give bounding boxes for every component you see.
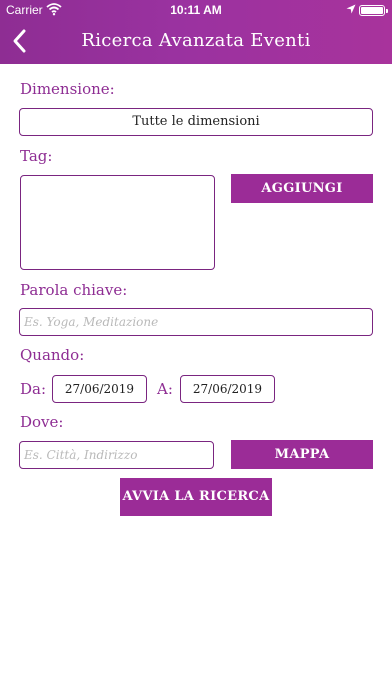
to-label: A: [157, 380, 173, 398]
page-title: Ricerca Avanzata Eventi [81, 30, 311, 51]
add-tag-button[interactable]: AGGIUNGI [231, 174, 373, 203]
status-bar: Carrier 10:11 AM [0, 0, 392, 20]
nav-header: Carrier 10:11 AM Ricerca Avanzata Eventi [0, 0, 392, 64]
status-time: 10:11 AM [170, 3, 222, 17]
map-button[interactable]: MAPPA [231, 440, 373, 469]
tag-label: Tag: [20, 147, 53, 165]
tag-list-area[interactable] [20, 175, 215, 270]
from-date-field[interactable]: 27/06/2019 [52, 375, 147, 403]
start-search-button[interactable]: AVVIA LA RICERCA [120, 478, 272, 516]
keyword-label: Parola chiave: [20, 281, 128, 299]
battery-icon [359, 5, 388, 16]
battery-fill [361, 7, 383, 14]
keyword-input[interactable]: Es. Yoga, Meditazione [19, 308, 373, 336]
from-label: Da: [20, 380, 47, 398]
dimension-select[interactable]: Tutte le dimensioni [19, 108, 373, 136]
to-date-field[interactable]: 27/06/2019 [180, 375, 275, 403]
when-label: Quando: [20, 346, 85, 364]
where-input[interactable]: Es. Città, Indirizzo [19, 441, 214, 469]
where-label: Dove: [20, 413, 64, 431]
location-arrow-icon [346, 3, 356, 17]
dimension-label: Dimensione: [20, 80, 115, 98]
